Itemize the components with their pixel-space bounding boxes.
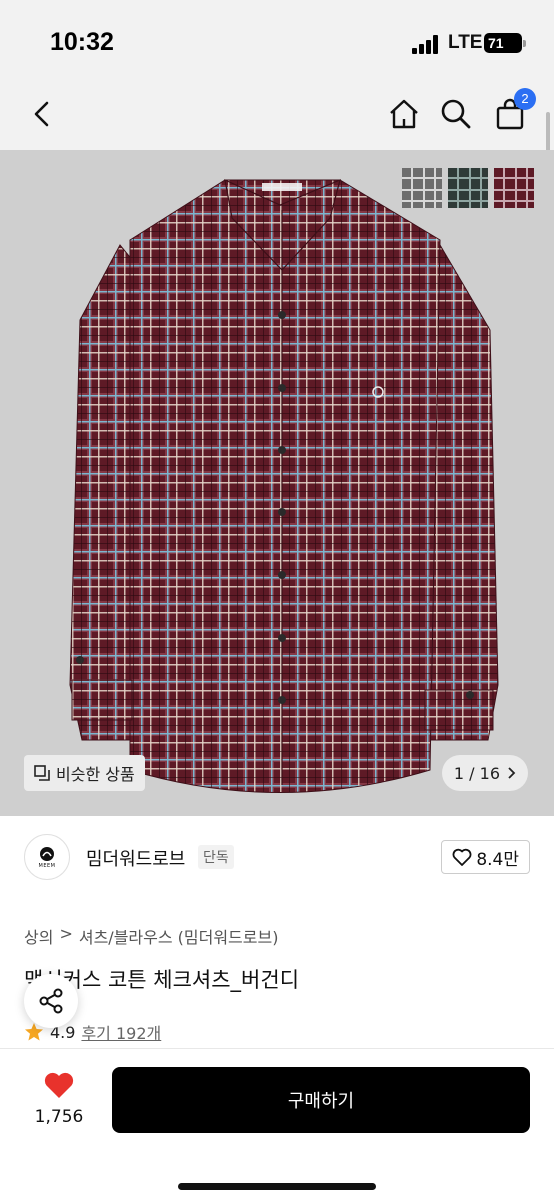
review-link[interactable]: 후기 192개	[81, 1020, 161, 1044]
buy-button-label: 구매하기	[287, 1091, 355, 1112]
search-button[interactable]	[436, 94, 476, 134]
brand-logo: MEEM	[24, 834, 70, 880]
image-counter-text: 1 / 16	[453, 763, 500, 783]
similar-products-label: 비슷한 상품	[56, 765, 135, 784]
breadcrumb: 상의 > 셔츠/블라우스 (밈더워드로브)	[24, 924, 278, 948]
back-icon	[34, 101, 49, 127]
similar-icon	[34, 765, 50, 781]
heart-filled-icon	[44, 1072, 74, 1098]
wishlist-count: 1,756	[34, 1107, 84, 1127]
search-icon	[441, 99, 471, 129]
status-time: 10:32	[50, 28, 114, 56]
brand-like-button[interactable]: 8.4만	[441, 840, 530, 874]
home-indicator	[178, 1183, 376, 1190]
brand-name[interactable]: 밈더워드로브	[86, 845, 185, 871]
thumbnail-green[interactable]	[448, 168, 488, 208]
product-image-carousel[interactable]: 비슷한 상품 1 / 16	[0, 150, 554, 816]
thumbnail-gray[interactable]	[402, 168, 442, 208]
share-icon	[39, 988, 63, 1014]
brand-logo-mark	[40, 846, 54, 861]
chevron-right-icon	[508, 767, 516, 779]
network-type: LTE	[448, 32, 483, 53]
similar-products-button[interactable]: 비슷한 상품	[24, 755, 145, 791]
thumbnail-burgundy[interactable]	[494, 168, 534, 208]
home-button[interactable]	[384, 94, 424, 134]
brand-logo-text: MEEM	[38, 862, 56, 869]
cart-button[interactable]: 2	[490, 88, 536, 134]
exclusive-tag: 단독	[198, 845, 234, 869]
breadcrumb-separator: >	[59, 924, 73, 943]
wishlist-button[interactable]: 1,756	[26, 1071, 92, 1127]
product-image	[69, 178, 499, 793]
color-thumbnails	[402, 168, 534, 208]
buy-button[interactable]: 구매하기	[112, 1067, 530, 1133]
battery-level: 71	[488, 35, 504, 51]
breadcrumb-subcategory[interactable]: 셔츠/블라우스 (밈더워드로브)	[79, 924, 279, 948]
breadcrumb-category[interactable]: 상의	[24, 924, 53, 948]
heart-outline-icon	[452, 848, 472, 866]
signal-icon	[412, 34, 442, 54]
share-button[interactable]	[24, 974, 78, 1028]
brand-row[interactable]: MEEM 밈더워드로브 단독 8.4만	[24, 832, 530, 882]
status-bar: 10:32 LTE 71	[0, 0, 554, 80]
nav-bar: 2	[0, 80, 554, 150]
bottom-bar: 1,756 구매하기	[0, 1048, 554, 1200]
brand-like-count: 8.4만	[476, 849, 519, 870]
cart-badge: 2	[514, 88, 536, 110]
image-counter[interactable]: 1 / 16	[441, 755, 528, 791]
home-icon	[390, 99, 418, 129]
back-button[interactable]	[22, 94, 62, 134]
battery-icon: 71	[484, 33, 526, 53]
